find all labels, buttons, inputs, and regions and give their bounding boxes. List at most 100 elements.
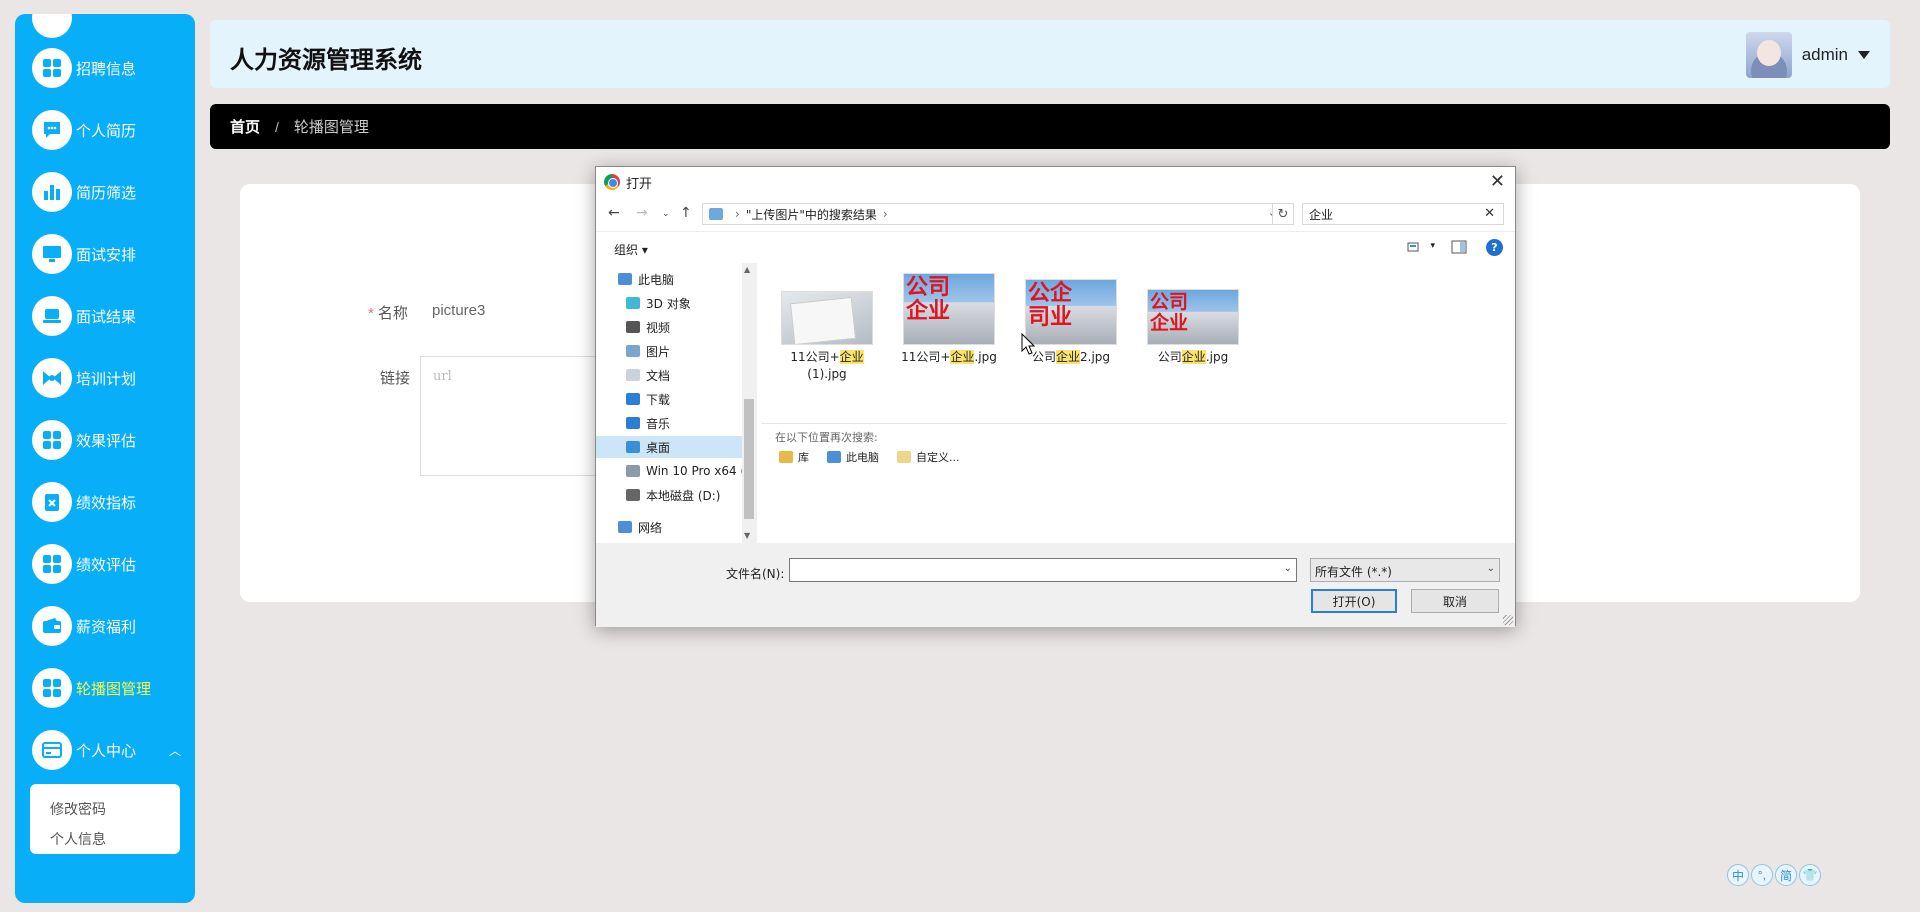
- tree-item-videos[interactable]: 视频: [596, 316, 742, 338]
- file-thumbnail: 公企 司业: [1025, 279, 1117, 345]
- sidebar-item-label: 薪资福利: [76, 618, 137, 636]
- tree-label: 视频: [646, 320, 671, 335]
- username[interactable]: admin: [1802, 45, 1848, 65]
- file-name: 11公司+企业 (1).jpg: [790, 350, 864, 381]
- filename-input[interactable]: ⌄: [789, 558, 1297, 582]
- file-open-dialog: 打开 ✕ ← → ⌄ ↑ › "上传图片"中的搜索结果 › ⌄ ↻ 企业 ✕ 组…: [595, 166, 1516, 627]
- ime-toolbar: 中 °, 简 👕: [1727, 864, 1821, 886]
- sidebar-item-screening[interactable]: 简历筛选: [15, 166, 195, 218]
- chevron-up-icon[interactable]: ︿: [169, 742, 181, 759]
- search-input[interactable]: 企业 ✕: [1302, 203, 1504, 225]
- location-label: 库: [798, 451, 809, 464]
- ime-punctuation[interactable]: °,: [1751, 864, 1773, 886]
- nav-scrollbar[interactable]: ▲ ▼: [742, 263, 756, 543]
- tree-item-3d-objects[interactable]: 3D 对象: [596, 292, 742, 314]
- chevron-down-icon[interactable]: ⌄: [1284, 563, 1292, 574]
- drive-icon: [626, 465, 640, 477]
- sidebar-item-interview-result[interactable]: 面试结果: [15, 290, 195, 342]
- chevron-down-icon: ⌄: [1486, 563, 1495, 574]
- sidebar-item-recruitment[interactable]: 招聘信息: [15, 42, 195, 94]
- folder-search-icon: [897, 451, 911, 463]
- sidebar-item-top-partial[interactable]: [15, 14, 195, 44]
- file-name: 公司企业2.jpg: [1031, 350, 1111, 364]
- file-item[interactable]: 公企 司业 公司企业2.jpg: [1023, 279, 1119, 366]
- view-mode-icon[interactable]: [1407, 240, 1423, 254]
- submenu-item-personal-info[interactable]: 个人信息: [30, 824, 180, 854]
- tree-item-pictures[interactable]: 图片: [596, 340, 742, 362]
- view-dropdown-icon[interactable]: ▾: [1430, 241, 1435, 251]
- file-item[interactable]: 公司 企业 公司企业.jpg: [1145, 289, 1241, 366]
- resize-grip[interactable]: [1503, 615, 1513, 625]
- sidebar-item-interview-schedule[interactable]: 面试安排: [15, 228, 195, 280]
- drive-icon: [626, 489, 640, 501]
- up-arrow-icon[interactable]: ↑: [680, 205, 692, 221]
- preview-pane-icon[interactable]: [1451, 240, 1467, 254]
- scroll-down-icon[interactable]: ▼: [744, 531, 750, 540]
- sidebar-item-training[interactable]: 培训计划: [15, 352, 195, 404]
- cancel-button[interactable]: 取消: [1411, 589, 1499, 613]
- clear-search-icon[interactable]: ✕: [1484, 206, 1495, 221]
- grid-icon: [32, 544, 72, 584]
- address-bar[interactable]: › "上传图片"中的搜索结果 › ⌄: [702, 203, 1282, 225]
- user-menu[interactable]: admin: [1745, 32, 1870, 78]
- file-item[interactable]: 11公司+企业 (1).jpg: [779, 291, 875, 383]
- dialog-toolbar: 组织 ▾ ▾ ?: [596, 231, 1515, 263]
- location-label: 此电脑: [846, 451, 879, 464]
- back-arrow-icon[interactable]: ←: [608, 205, 620, 221]
- tree-item-desktop[interactable]: 桌面: [596, 436, 742, 458]
- download-icon: [626, 393, 640, 405]
- sidebar-item-effect-eval[interactable]: 效果评估: [15, 414, 195, 466]
- close-icon[interactable]: ✕: [1490, 171, 1505, 192]
- sidebar-item-resume[interactable]: 个人简历: [15, 104, 195, 156]
- tree-item-network[interactable]: 网络: [596, 516, 742, 538]
- tree-item-this-pc[interactable]: 此电脑: [596, 268, 742, 290]
- ime-chinese-mode[interactable]: 中: [1727, 864, 1749, 886]
- search-location-custom[interactable]: 自定义...: [897, 449, 960, 465]
- sidebar-item-carousel[interactable]: 轮播图管理: [15, 662, 195, 714]
- sidebar-item-performance-eval[interactable]: 绩效评估: [15, 538, 195, 590]
- file-name: 公司企业.jpg: [1157, 350, 1229, 364]
- scroll-up-icon[interactable]: ▲: [744, 265, 750, 274]
- ime-skin-icon[interactable]: 👕: [1799, 864, 1821, 886]
- scroll-thumb[interactable]: [744, 399, 754, 519]
- breadcrumb-home[interactable]: 首页: [230, 116, 260, 137]
- pc-icon: [618, 273, 632, 285]
- sidebar-item-salary[interactable]: 薪资福利: [15, 600, 195, 652]
- caret-down-icon[interactable]: [1858, 51, 1870, 59]
- tree-item-documents[interactable]: 文档: [596, 364, 742, 386]
- breadcrumb-separator: /: [275, 118, 279, 135]
- help-icon[interactable]: ?: [1486, 239, 1503, 256]
- sidebar-item-label: 效果评估: [76, 432, 137, 450]
- tree-label: 下载: [646, 392, 671, 407]
- open-button[interactable]: 打开(O): [1311, 589, 1397, 613]
- refresh-button[interactable]: ↻: [1272, 203, 1294, 225]
- tree-item-music[interactable]: 音乐: [596, 412, 742, 434]
- thumbnail-text: 公司 企业: [906, 275, 951, 324]
- sidebar-item-label: 面试安排: [76, 246, 137, 264]
- submenu-item-change-password[interactable]: 修改密码: [30, 794, 180, 824]
- organize-menu[interactable]: 组织 ▾: [614, 241, 648, 258]
- search-location-this-pc[interactable]: 此电脑: [827, 449, 879, 465]
- filetype-value: 所有文件 (*.*): [1315, 565, 1392, 579]
- avatar[interactable]: [1745, 32, 1792, 78]
- tree-item-c-drive[interactable]: Win 10 Pro x64 (: [596, 460, 742, 482]
- tree-label: 音乐: [646, 416, 671, 431]
- tree-item-d-drive[interactable]: 本地磁盘 (D:): [596, 484, 742, 506]
- file-item[interactable]: 公司 企业 11公司+企业.jpg: [901, 273, 997, 366]
- sidebar-item-label: 绩效指标: [76, 494, 137, 512]
- recent-dropdown-icon[interactable]: ⌄: [662, 209, 670, 219]
- link-textarea[interactable]: url: [420, 356, 610, 476]
- ime-simplified[interactable]: 简: [1775, 864, 1797, 886]
- tree-label: 图片: [646, 344, 671, 359]
- chevron-right-icon[interactable]: ›: [883, 207, 888, 221]
- sidebar-item-kpi[interactable]: 绩效指标: [15, 476, 195, 528]
- grid-icon: [32, 420, 72, 460]
- name-value[interactable]: picture3: [432, 302, 485, 319]
- sidebar-item-personal-center[interactable]: 个人中心 ︿: [15, 724, 195, 776]
- tree-item-downloads[interactable]: 下载: [596, 388, 742, 410]
- forward-arrow-icon[interactable]: →: [636, 205, 648, 221]
- app-title: 人力资源管理系统: [230, 47, 422, 74]
- search-location-library[interactable]: 库: [779, 449, 809, 465]
- sidebar-item-label: 简历筛选: [76, 184, 137, 202]
- filetype-select[interactable]: 所有文件 (*.*) ⌄: [1310, 558, 1500, 582]
